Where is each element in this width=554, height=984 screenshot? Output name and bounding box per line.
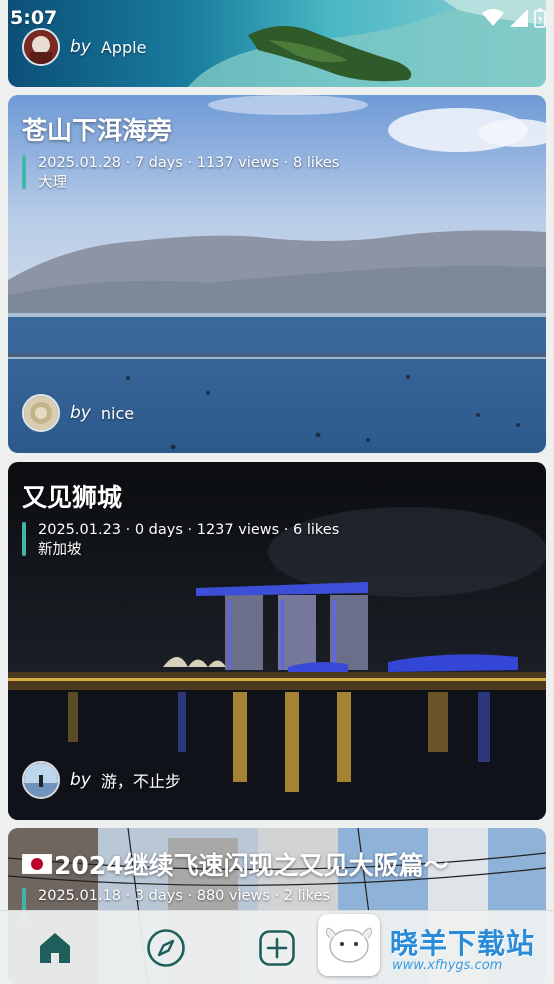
meta-accent-bar [22, 155, 26, 189]
home-icon [40, 933, 70, 963]
tab-discover[interactable] [145, 927, 187, 969]
author-name: Apple [100, 37, 147, 57]
tab-home[interactable] [34, 927, 76, 969]
author-name: 游，不止步 [100, 772, 181, 791]
watermark: 晓羊下载站 www.xfhygs.com [318, 914, 554, 980]
card-author[interactable]: by 游，不止步 [22, 761, 181, 799]
watermark-url: www.xfhygs.com [392, 958, 503, 973]
card-location: 大理 [38, 175, 67, 191]
author-avatar [22, 761, 60, 799]
japan-flag-icon [22, 854, 52, 874]
watermark-text: 晓羊下载站 [390, 927, 536, 960]
trip-card[interactable]: 苍山下洱海旁 2025.01.28 · 7 days · 1137 views … [8, 95, 546, 453]
battery-icon [534, 8, 546, 28]
author-by-label: by [70, 403, 91, 423]
card-title: 苍山下洱海旁 [22, 116, 173, 145]
card-location: 新加坡 [38, 542, 82, 558]
card-stats: 2025.01.28 · 7 days · 1137 views · 8 lik… [38, 155, 340, 171]
card-title: 2024继续飞速闪现之又见大阪篇～ [22, 846, 449, 882]
meta-accent-bar [22, 522, 26, 556]
card-meta: 2025.01.23 · 0 days · 1237 views · 6 lik… [22, 520, 339, 560]
card-title: 又见狮城 [22, 483, 123, 512]
author-by-label: by [70, 770, 91, 790]
card-stats: 2025.01.23 · 0 days · 1237 views · 6 lik… [38, 522, 340, 538]
add-icon [259, 930, 295, 966]
card-stats: 2025.01.18 · 3 days · 880 views · 2 like… [38, 888, 331, 904]
author-by-label: by [70, 37, 91, 57]
author-name: nice [100, 403, 135, 423]
card-author[interactable]: by nice [22, 394, 134, 432]
status-icons [482, 8, 546, 28]
trip-card[interactable]: 又见狮城 2025.01.23 · 0 days · 1237 views · … [8, 462, 546, 820]
card-title-text: 2024继续飞速闪现之又见大阪篇～ [54, 851, 449, 880]
status-bar: 5:07 [0, 0, 554, 38]
author-avatar [22, 394, 60, 432]
card-meta: 2025.01.28 · 7 days · 1137 views · 8 lik… [22, 153, 339, 193]
tab-create[interactable] [256, 927, 298, 969]
card-meta: 2025.01.18 · 3 days · 880 views · 2 like… [22, 886, 331, 922]
status-time: 5:07 [10, 7, 58, 29]
compass-icon [147, 929, 185, 967]
wifi-icon [482, 9, 504, 26]
signal-icon [510, 9, 528, 27]
watermark-logo [318, 914, 380, 976]
